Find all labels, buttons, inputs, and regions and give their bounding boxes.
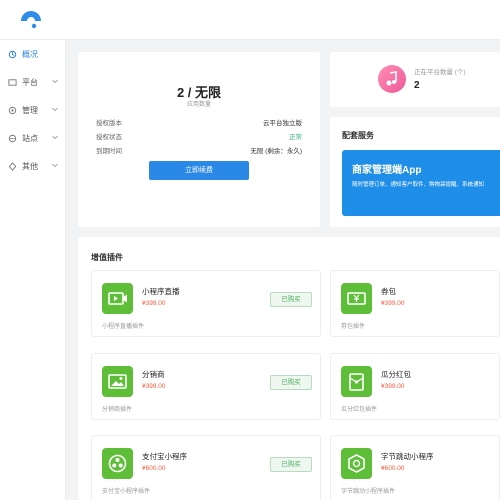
site-icon [8, 134, 17, 142]
service-title: 配套服务 [342, 131, 374, 140]
plugin-card[interactable]: 瓜分红包 ¥399.00 瓜分红包插件 [330, 353, 500, 420]
image-icon [108, 374, 127, 389]
sidebar-item-label: 概况 [22, 49, 38, 59]
plugins-title: 增值插件 [91, 253, 123, 262]
plugin-desc: 字节跳动小程序插件 [341, 489, 396, 495]
sidebar-item-label: 平台 [22, 77, 38, 87]
plugin-icon-bg [102, 283, 133, 314]
expiry-row: 到期时间 无限 (剩余：永久) [96, 145, 302, 157]
sidebar-item-other[interactable]: 其他 [0, 152, 65, 180]
alipay-icon [108, 454, 127, 473]
plugin-icon-bg [102, 366, 133, 397]
plugin-name: 小程序直播 [142, 287, 180, 296]
expiry-label: 到期时间 [96, 148, 122, 155]
plugin-name: 分销商 [142, 370, 165, 379]
plugin-name: 瓜分红包 [381, 370, 411, 379]
bytedance-icon [348, 454, 365, 473]
plugin-icon-bg [341, 448, 372, 479]
plugin-desc: 支付宝小程序插件 [102, 489, 151, 495]
plugin-desc: 券包插件 [341, 324, 366, 330]
music-note-icon [386, 71, 397, 86]
plugin-card[interactable]: 券包 ¥399.00 券包插件 [330, 270, 500, 337]
license-version-row: 授权版本 云平台独立版 [96, 117, 302, 129]
plugin-icon-bg [341, 283, 372, 314]
plugin-icon-bg [341, 366, 372, 397]
chevron-down-icon [52, 135, 58, 140]
sidebar-item-label: 站点 [22, 133, 38, 143]
sidebar-item-manage[interactable]: 管理 [0, 96, 65, 124]
plugin-price: ¥399.00 [381, 300, 405, 307]
license-version-value: 云平台独立版 [263, 120, 302, 127]
manage-icon [8, 106, 17, 114]
plugin-price: ¥399.00 [381, 383, 405, 390]
plugin-desc: 小程序直播插件 [102, 324, 145, 330]
app-banner-desc: 随时管理订单、通知客户取件、购物袋提醒、系统通知 [352, 182, 485, 188]
dashboard-icon [8, 50, 17, 58]
plugin-name: 字节跳动小程序 [381, 452, 434, 461]
plugin-price: ¥399.00 [142, 300, 166, 307]
brand-logo[interactable] [18, 6, 44, 32]
plugin-card[interactable]: 支付宝小程序 ¥600.00 支付宝小程序插件 已购买 [91, 435, 321, 500]
platform-count-label: 正在平台数量 (个) [414, 69, 466, 76]
plugin-price: ¥600.00 [142, 465, 166, 472]
plugin-icon-bg [102, 448, 133, 479]
chevron-down-icon [52, 163, 58, 168]
other-icon [8, 161, 17, 171]
plugin-desc: 瓜分红包插件 [341, 407, 378, 413]
live-video-icon [108, 292, 127, 305]
plugin-desc: 分销商插件 [102, 407, 133, 413]
sidebar: 概况 平台 管理 站点 其他 [0, 40, 66, 500]
purchased-button[interactable]: 已购买 [270, 375, 312, 390]
purchased-button[interactable]: 已购买 [270, 457, 312, 472]
sidebar-item-platform[interactable]: 平台 [0, 68, 65, 96]
expiry-value: 无限 (剩余：永久) [250, 148, 302, 155]
red-envelope-icon [349, 373, 364, 391]
plugin-price: ¥399.00 [142, 383, 166, 390]
chevron-down-icon [52, 107, 58, 112]
sidebar-item-overview[interactable]: 概况 [0, 40, 65, 68]
renew-button[interactable]: 立即续费 [149, 161, 249, 180]
plugin-card[interactable]: 小程序直播 ¥399.00 小程序直播插件 已购买 [91, 270, 321, 337]
app-banner[interactable]: 商家管理端App 随时管理订单、通知客户取件、购物袋提醒、系统通知 [342, 150, 500, 216]
license-status-label: 授权状态 [96, 134, 122, 141]
avatar [378, 65, 406, 93]
plugin-name: 支付宝小程序 [142, 452, 187, 461]
license-card: 2 / 无限 应用数量 授权版本 云平台独立版 授权状态 正常 到期时间 无限 … [78, 52, 320, 227]
plugin-name: 券包 [381, 287, 396, 296]
license-status-value: 正常 [289, 134, 302, 141]
service-card: 配套服务 商家管理端App 随时管理订单、通知客户取件、购物袋提醒、系统通知 [330, 117, 500, 227]
platform-icon [8, 78, 17, 86]
plugin-card[interactable]: 分销商 ¥399.00 分销商插件 已购买 [91, 353, 321, 420]
purchased-button[interactable]: 已购买 [270, 292, 312, 307]
coupon-icon [347, 292, 366, 305]
license-status-row: 授权状态 正常 [96, 131, 302, 143]
sidebar-item-site[interactable]: 站点 [0, 124, 65, 152]
platform-count-value: 2 [414, 80, 420, 91]
sidebar-item-label: 其他 [22, 161, 38, 171]
app-count-caption: 应用数量 [186, 102, 211, 108]
sidebar-item-label: 管理 [22, 105, 38, 115]
app-banner-title: 商家管理端App [352, 165, 422, 176]
plugin-card[interactable]: 字节跳动小程序 ¥600.00 字节跳动小程序插件 [330, 435, 500, 500]
plugin-price: ¥600.00 [381, 465, 405, 472]
license-version-label: 授权版本 [96, 120, 122, 127]
platform-count-card: 正在平台数量 (个) 2 [330, 52, 500, 107]
top-bar [0, 0, 500, 40]
chevron-down-icon [52, 79, 58, 84]
